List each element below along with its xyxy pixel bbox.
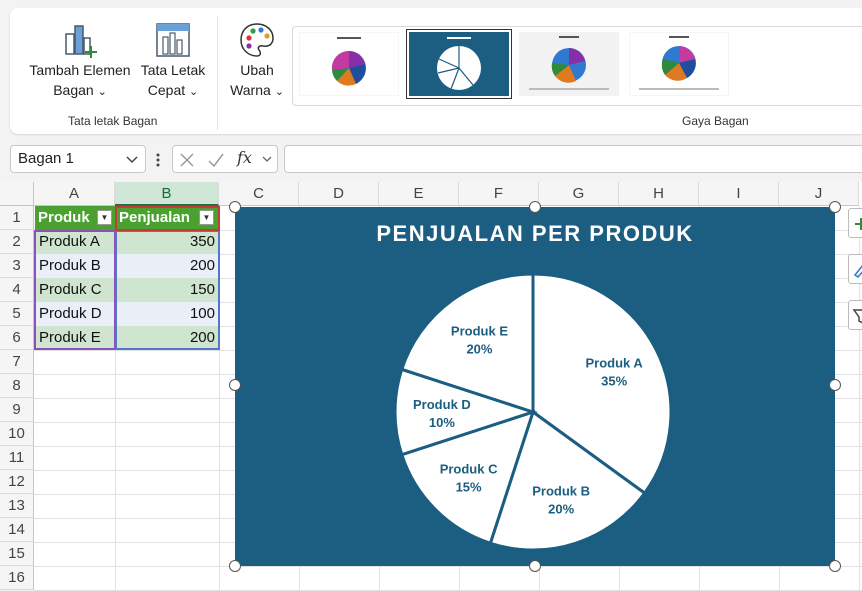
category-range-highlight	[34, 230, 116, 350]
chevron-down-icon: ⌄	[97, 86, 107, 98]
add-chart-element-button[interactable]: Tambah Elemen Bagan ⌄	[26, 20, 134, 102]
column-header-e[interactable]: E	[379, 182, 459, 206]
pie-chart-object[interactable]: PENJUALAN PER PRODUK Produk A 35% Produk B…	[235, 207, 835, 566]
chevron-down-icon: ⌄	[189, 86, 199, 98]
cancel-icon[interactable]	[179, 152, 195, 168]
resize-handle-right[interactable]	[829, 379, 841, 391]
slice-percent-label: 20%	[466, 341, 492, 356]
row-header-8[interactable]: 8	[0, 374, 34, 398]
change-colors-label-1: Ubah	[240, 62, 274, 78]
chart-style-2-selected[interactable]	[406, 29, 512, 99]
column-header-i[interactable]: I	[699, 182, 779, 206]
chart-styles-gallery	[292, 26, 862, 106]
row-header-14[interactable]: 14	[0, 518, 34, 542]
chart-style-4[interactable]	[628, 31, 730, 97]
column-header-j[interactable]: J	[779, 182, 859, 206]
slice-category-label: Produk C	[440, 461, 498, 476]
row-header-7[interactable]: 7	[0, 350, 34, 374]
row-header-3[interactable]: 3	[0, 254, 34, 278]
change-colors-button[interactable]: Ubah Warna ⌄	[224, 20, 290, 102]
chart-style-1[interactable]	[298, 31, 400, 97]
quick-layout-button[interactable]: Tata Letak Cepat ⌄	[136, 20, 210, 102]
add-element-label-2: Bagan	[53, 82, 94, 98]
grid-row-line	[34, 566, 862, 567]
resize-handle-bottom-right[interactable]	[829, 560, 841, 572]
add-chart-element-icon	[65, 25, 97, 58]
chart-filters-button[interactable]	[848, 300, 862, 330]
chart-title: PENJUALAN PER PRODUK	[376, 221, 693, 246]
slice-category-label: Produk B	[532, 484, 590, 499]
chevron-down-icon: ⌄	[274, 86, 284, 98]
styles-group-label: Gaya Bagan	[682, 114, 749, 128]
palette-icon	[240, 23, 274, 57]
more-options-icon[interactable]	[154, 152, 162, 168]
column-header-d[interactable]: D	[299, 182, 379, 206]
formula-input[interactable]	[284, 145, 862, 173]
series-name-highlight	[115, 206, 220, 231]
column-header-h[interactable]: H	[619, 182, 699, 206]
filter-icon	[852, 309, 862, 324]
name-box-value: Bagan 1	[18, 150, 74, 167]
slice-percent-label: 10%	[429, 415, 455, 430]
enter-check-icon[interactable]	[207, 152, 225, 168]
resize-handle-bottom-left[interactable]	[229, 560, 241, 572]
name-box[interactable]: Bagan 1	[10, 145, 146, 173]
row-header-11[interactable]: 11	[0, 446, 34, 470]
slice-percent-label: 15%	[456, 479, 482, 494]
filter-dropdown-icon[interactable]: ▼	[97, 210, 112, 225]
slice-percent-label: 35%	[601, 374, 627, 389]
chevron-down-icon	[126, 156, 138, 164]
select-all-corner[interactable]	[0, 182, 34, 206]
change-colors-label-2: Warna	[230, 82, 271, 98]
row-header-5[interactable]: 5	[0, 302, 34, 326]
formula-bar: Bagan 1 fx	[0, 140, 862, 178]
column-header-a[interactable]: A	[34, 182, 115, 206]
layout-group-label: Tata letak Bagan	[68, 114, 158, 128]
quick-layout-label-2: Cepat	[147, 82, 186, 98]
slice-category-label: Produk D	[413, 397, 471, 412]
column-header-g[interactable]: G	[539, 182, 619, 206]
quick-layout-icon	[156, 23, 190, 57]
resize-handle-top-right[interactable]	[829, 201, 841, 213]
title-strip	[0, 0, 862, 8]
header-produk-label: Produk	[38, 209, 90, 226]
resize-handle-top-left[interactable]	[229, 201, 241, 213]
column-header-b[interactable]: B	[115, 182, 219, 206]
slice-percent-label: 20%	[548, 502, 574, 517]
resize-handle-bottom[interactable]	[529, 560, 541, 572]
chart-design-ribbon: Tambah Elemen Bagan ⌄ Tata Letak Cepat ⌄…	[10, 8, 862, 134]
formula-controls: fx	[172, 145, 278, 173]
row-header-13[interactable]: 13	[0, 494, 34, 518]
plus-icon	[855, 218, 862, 230]
resize-handle-left[interactable]	[229, 379, 241, 391]
row-header-12[interactable]: 12	[0, 470, 34, 494]
column-header-f[interactable]: F	[459, 182, 539, 206]
row-header-1[interactable]: 1	[0, 206, 34, 230]
row-header-6[interactable]: 6	[0, 326, 34, 350]
row-header-10[interactable]: 10	[0, 422, 34, 446]
row-header-9[interactable]: 9	[0, 398, 34, 422]
chevron-down-icon[interactable]	[261, 153, 273, 165]
chart-styles-button[interactable]	[848, 254, 862, 284]
value-range-highlight	[115, 230, 220, 350]
row-header-15[interactable]: 15	[0, 542, 34, 566]
worksheet-grid: ABCDEFGHIJ 1 2 3 4 5 6 7 8 9 10 11 12 13 14 15 16 Produ…	[0, 182, 862, 591]
pie-chart: PENJUALAN PER PRODUK Produk A 35% Produk B…	[376, 221, 693, 552]
row-header-2[interactable]: 2	[0, 230, 34, 254]
insert-function-button[interactable]: fx	[237, 148, 252, 167]
row-header-16[interactable]: 16	[0, 566, 34, 590]
slice-category-label: Produk E	[451, 323, 508, 338]
chart-elements-button[interactable]	[848, 208, 862, 238]
row-header-4[interactable]: 4	[0, 278, 34, 302]
quick-layout-label-1: Tata Letak	[140, 62, 206, 78]
brush-icon	[853, 265, 862, 278]
add-element-label-1: Tambah Elemen	[29, 62, 131, 78]
resize-handle-top[interactable]	[529, 201, 541, 213]
ribbon-separator	[217, 16, 218, 130]
chart-style-3[interactable]	[519, 32, 619, 96]
slice-category-label: Produk A	[585, 356, 643, 371]
